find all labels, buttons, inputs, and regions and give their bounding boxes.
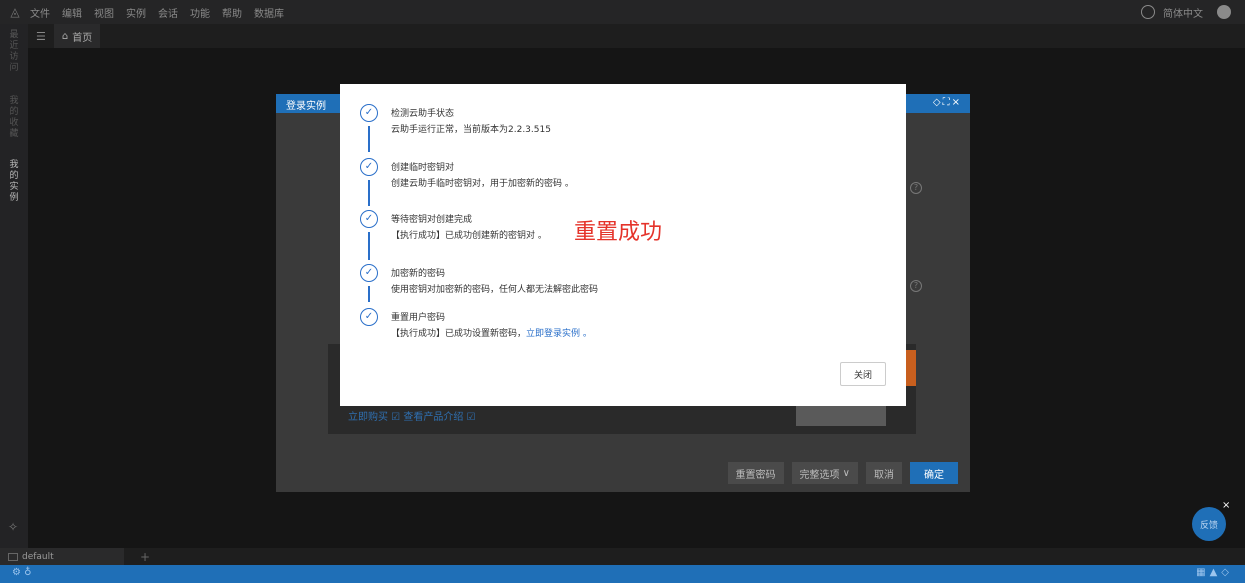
step-title: 检测云助手状态 [391,109,455,119]
login-dialog-footer: 重置密码 完整选项 ∨ 取消 确定 [727,462,958,484]
help-icon[interactable]: ? [910,182,922,194]
feedback-label: 反馈 [1199,520,1218,531]
full-options-button[interactable]: 完整选项 ∨ [791,462,858,484]
check-circle-icon: ✓ [360,158,378,176]
step-connector [368,180,370,206]
confirm-button[interactable]: 确定 [910,462,958,484]
step-desc: 【执行成功】已成功创建新的密钥对 。 [391,231,547,241]
feedback-close-icon[interactable]: × [1222,500,1230,511]
step-desc: 【执行成功】已成功设置新密码，立即登录实例 。 [391,326,592,339]
globe-icon[interactable] [1141,5,1155,19]
tab-list-icon[interactable]: ☰ [36,30,46,43]
dialog-window-controls-icon[interactable]: ◇⛶× [933,97,962,108]
check-circle-icon: ✓ [360,104,378,122]
session-tab-label: default [22,551,54,562]
step-connector [368,286,370,302]
menu-edit[interactable]: 编辑 [62,5,82,20]
sidebar-favorites[interactable]: 我的收藏 [7,96,21,140]
tab-strip: ☰ ⌂ 首页 [28,24,1245,48]
step-title: 等待密钥对创建完成 [391,215,473,225]
session-tab-default[interactable]: default [0,548,124,565]
feedback-button[interactable]: 反馈 [1192,507,1226,541]
status-right-icons[interactable]: ▦▲◇ [1196,567,1233,578]
full-options-label: 完整选项 [799,469,840,481]
step-title: 重置用户密码 [391,313,446,323]
app-window: ◬ 文件 编辑 视图 实例 会话 功能 帮助 数据库 简体中文 最近访问 我的收… [0,0,1245,583]
menu-right: 简体中文 [1141,0,1231,24]
tab-home-label: 首页 [72,32,93,44]
menu-instance[interactable]: 实例 [126,5,146,20]
menu-bar: ◬ 文件 编辑 视图 实例 会话 功能 帮助 数据库 简体中文 [0,0,1245,24]
menu-database[interactable]: 数据库 [254,5,284,20]
cancel-button[interactable]: 取消 [866,462,902,484]
home-icon: ⌂ [61,30,69,42]
add-tab-icon[interactable]: + [140,550,150,564]
step-desc: 云助手运行正常，当前版本为2.2.3.515 [391,125,551,135]
tab-home[interactable]: ⌂ 首页 [53,24,101,48]
step-desc-text: 【执行成功】已成功设置新密码， [391,329,527,339]
help-icon[interactable]: ? [910,280,922,292]
step-connector [368,126,370,152]
sidebar-my-instances[interactable]: 我的实例 [7,160,21,204]
menu-help[interactable]: 帮助 [222,5,242,20]
check-circle-icon: ✓ [360,210,378,228]
menu-view[interactable]: 视图 [94,5,114,20]
menu-session[interactable]: 会话 [158,5,178,20]
app-logo-icon: ◬ [10,5,20,19]
menu-file[interactable]: 文件 [30,5,50,20]
left-sidebar: 最近访问 我的收藏 我的实例 ✧ [0,24,28,548]
menu-features[interactable]: 功能 [190,5,210,20]
terminal-icon [8,552,18,561]
chevron-down-icon: ∨ [839,467,850,479]
pin-icon[interactable]: ✧ [8,520,18,534]
check-circle-icon: ✓ [360,264,378,282]
user-avatar-icon[interactable] [1217,5,1231,19]
status-bar: ⚙ ♁ ▦▲◇ [0,565,1245,583]
language-selector[interactable]: 简体中文 [1163,5,1203,20]
step-desc: 创建云助手临时密钥对，用于加密新的密码 。 [391,179,574,189]
status-left-icons[interactable]: ⚙ ♁ [12,567,31,578]
product-links[interactable]: 立即购买 ☑ 查看产品介绍 ☑ [348,408,475,423]
step-desc: 使用密钥对加密新的密码，任何人都无法解密此密码 [391,285,599,295]
reset-password-button[interactable]: 重置密码 [727,462,784,484]
login-dialog-title: 登录实例 [286,101,326,112]
reset-success-annotation: 重置成功 [574,220,663,245]
login-instance-link[interactable]: 立即登录实例 [526,329,580,339]
link-suffix: 。 [580,329,592,339]
step-connector [368,232,370,260]
step-title: 创建临时密钥对 [391,163,455,173]
reset-password-modal: ✓ 检测云助手状态 云助手运行正常，当前版本为2.2.3.515 ✓ 创建临时密… [340,84,906,406]
sidebar-recent[interactable]: 最近访问 [7,30,21,74]
check-circle-icon: ✓ [360,308,378,326]
close-button[interactable]: 关闭 [840,362,886,386]
session-tab-bar: default + [0,548,1245,565]
step-title: 加密新的密码 [391,269,446,279]
